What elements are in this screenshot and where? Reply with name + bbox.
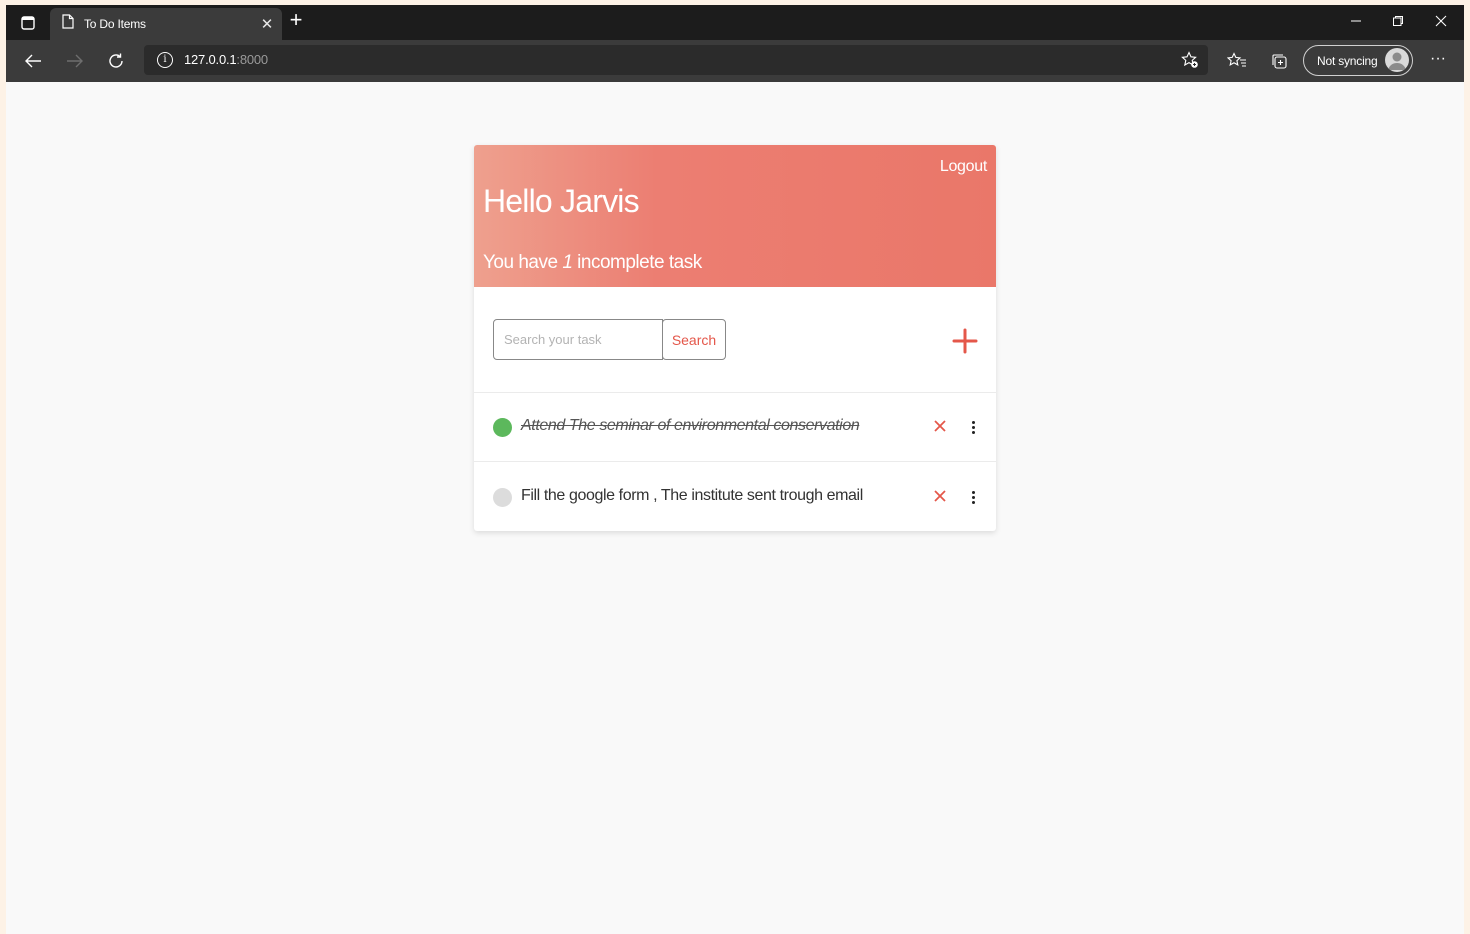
window-edge xyxy=(1464,0,1470,934)
minimize-icon[interactable] xyxy=(1341,9,1371,33)
url-bar[interactable]: i 127.0.0.1:8000 xyxy=(144,45,1208,75)
search-row: Search xyxy=(474,287,996,393)
tab-actions-icon[interactable] xyxy=(18,14,38,32)
task-text[interactable]: Fill the google form , The institute sen… xyxy=(521,487,863,505)
close-window-icon[interactable] xyxy=(1426,9,1456,33)
todo-card: Logout Hello Jarvis You have 1 incomplet… xyxy=(474,145,996,531)
tab-active[interactable]: To Do Items ✕ xyxy=(50,8,282,40)
summary-suffix: incomplete task xyxy=(572,252,702,273)
add-favorite-icon[interactable] xyxy=(1180,50,1200,70)
task-text[interactable]: Attend The seminar of environmental cons… xyxy=(521,417,860,435)
delete-task-icon[interactable] xyxy=(932,417,948,435)
logout-link[interactable]: Logout xyxy=(940,158,987,176)
delete-task-icon[interactable] xyxy=(932,487,948,505)
tab-title: To Do Items xyxy=(84,17,146,31)
tab-strip: To Do Items ✕ + xyxy=(6,5,1464,40)
profile-sync-button[interactable]: Not syncing xyxy=(1303,45,1413,76)
refresh-icon[interactable] xyxy=(103,48,129,74)
back-icon[interactable] xyxy=(20,48,46,74)
address-bar-row: i 127.0.0.1:8000 Not syncing ··· xyxy=(6,40,1464,82)
page-icon xyxy=(62,14,74,34)
search-button[interactable]: Search xyxy=(662,319,726,360)
add-task-button[interactable] xyxy=(952,328,978,354)
summary-prefix: You have xyxy=(483,252,563,273)
task-menu-icon[interactable] xyxy=(968,418,978,436)
task-status-dot[interactable] xyxy=(493,488,512,507)
plus-icon xyxy=(952,328,978,354)
site-info-icon[interactable]: i xyxy=(157,52,173,68)
card-header: Logout Hello Jarvis You have 1 incomplet… xyxy=(474,145,996,287)
task-item[interactable]: Fill the google form , The institute sen… xyxy=(474,463,996,531)
task-menu-icon[interactable] xyxy=(968,488,978,506)
collections-icon[interactable] xyxy=(1268,50,1290,72)
restore-icon[interactable] xyxy=(1383,9,1413,33)
sync-label: Not syncing xyxy=(1317,53,1378,68)
url-text[interactable]: 127.0.0.1:8000 xyxy=(184,52,268,67)
task-summary: You have 1 incomplete task xyxy=(483,252,702,274)
browser-window: To Do Items ✕ + i 127.0.0.1:8000 Not syn… xyxy=(6,5,1464,934)
new-tab-icon[interactable]: + xyxy=(286,9,306,32)
more-options-icon[interactable]: ··· xyxy=(1426,50,1450,72)
task-status-dot[interactable] xyxy=(493,418,512,437)
incomplete-count: 1 xyxy=(562,252,573,273)
favorites-icon[interactable] xyxy=(1226,50,1248,72)
url-port: :8000 xyxy=(236,52,268,67)
task-item[interactable]: Attend The seminar of environmental cons… xyxy=(474,393,996,462)
search-input[interactable] xyxy=(493,319,663,360)
forward-icon[interactable] xyxy=(62,48,88,74)
page-title: Hello Jarvis xyxy=(483,183,640,219)
tab-close-icon[interactable]: ✕ xyxy=(258,15,276,33)
url-host: 127.0.0.1 xyxy=(184,52,237,67)
avatar xyxy=(1385,48,1409,72)
